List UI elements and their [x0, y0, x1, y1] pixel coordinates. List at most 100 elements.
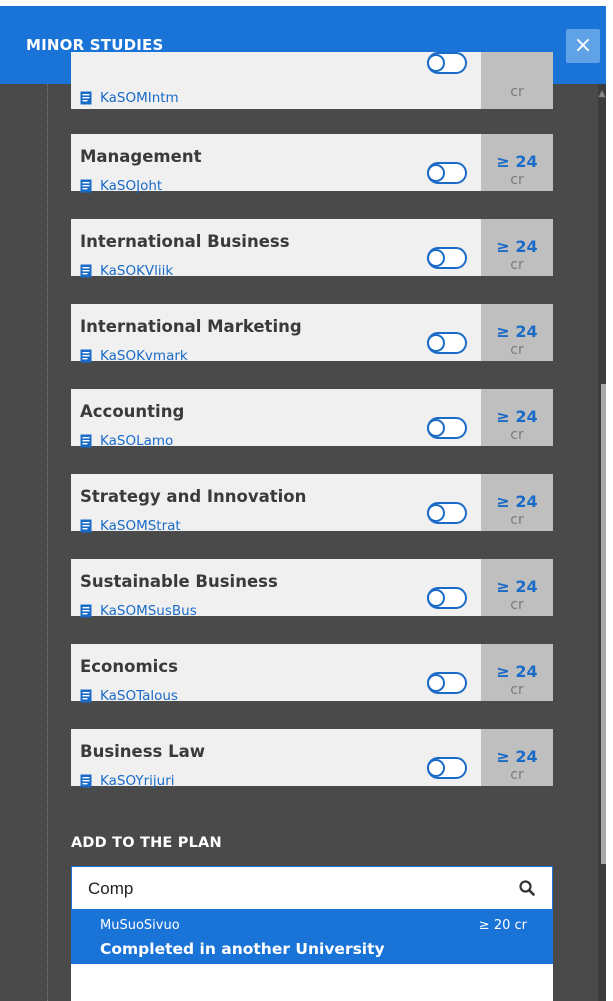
minor-name: Business Law	[80, 742, 206, 761]
minor-code[interactable]: KaSOJoht	[80, 178, 162, 194]
minor-name: Management	[80, 147, 202, 166]
search-input[interactable]	[86, 867, 490, 911]
credits-value: ≥ 24	[496, 152, 538, 171]
credits-unit: cr	[510, 257, 524, 273]
minor-code-text: KaSOKvmark	[100, 348, 188, 364]
include-toggle[interactable]	[427, 52, 467, 74]
tree-guide-line	[47, 84, 48, 1001]
minor-card[interactable]: Business Law KaSOYrijuri ≥ 24 cr	[71, 729, 553, 789]
document-icon	[80, 689, 92, 703]
minor-code[interactable]: KaSOMSusBus	[80, 603, 197, 619]
minor-code[interactable]: KaSOMIntm	[80, 90, 179, 106]
credits-unit: cr	[510, 172, 524, 188]
toggle-knob	[427, 164, 445, 182]
minor-name: Strategy and Innovation	[80, 487, 307, 506]
minor-card[interactable]: International Marketing KaSOKvmark ≥ 24 …	[71, 304, 553, 364]
minor-code[interactable]: KaSOKvmark	[80, 348, 188, 364]
minor-card[interactable]: Sustainable Business KaSOMSusBus ≥ 24 cr	[71, 559, 553, 619]
credits-value: ≥ 24	[496, 577, 538, 596]
include-toggle[interactable]	[427, 587, 467, 609]
add-to-plan-search[interactable]	[71, 866, 553, 911]
credits-unit: cr	[510, 427, 524, 443]
include-toggle[interactable]	[427, 502, 467, 524]
close-icon: ×	[573, 33, 593, 58]
minor-code[interactable]: KaSOYrijuri	[80, 773, 175, 789]
search-result-item[interactable]: MuSuoSivuo ≥ 20 cr Completed in another …	[71, 910, 553, 964]
result-credits: ≥ 20 cr	[478, 918, 527, 933]
document-icon	[80, 179, 92, 193]
minor-code-text: KaSOMSusBus	[100, 603, 197, 619]
include-toggle[interactable]	[427, 247, 467, 269]
minor-name: International Marketing	[80, 317, 302, 336]
credits-value: ≥ 24	[496, 322, 538, 341]
credits-box: ≥ 24 cr	[481, 219, 553, 276]
toggle-knob	[427, 54, 445, 72]
toggle-knob	[427, 674, 445, 692]
credits-value: ≥ 24	[496, 492, 538, 511]
minor-card[interactable]: Accounting KaSOLamo ≥ 24 cr	[71, 389, 553, 449]
minor-code-text: KaSOYrijuri	[100, 773, 175, 789]
include-toggle[interactable]	[427, 757, 467, 779]
add-to-plan-label: ADD TO THE PLAN	[71, 835, 222, 851]
credits-value: ≥ 24	[496, 407, 538, 426]
credits-unit: cr	[510, 342, 524, 358]
minor-code[interactable]: KaSOMStrat	[80, 518, 181, 534]
minor-code-text: KaSOTalous	[100, 688, 178, 704]
credits-box: cr	[481, 52, 553, 109]
credits-box: ≥ 24 cr	[481, 729, 553, 786]
result-code: MuSuoSivuo	[100, 918, 180, 933]
document-icon	[80, 774, 92, 788]
minor-name: Accounting	[80, 402, 185, 421]
close-button[interactable]: ×	[566, 29, 600, 63]
credits-value: ≥ 24	[496, 237, 538, 256]
credits-box: ≥ 24 cr	[481, 474, 553, 531]
search-icon[interactable]	[518, 879, 536, 897]
minor-code-text: KaSOLamo	[100, 433, 174, 449]
minor-code[interactable]: KaSOTalous	[80, 688, 178, 704]
credits-box: ≥ 24 cr	[481, 644, 553, 701]
scroll-up-icon[interactable]: ▲	[598, 84, 606, 104]
toggle-knob	[427, 504, 445, 522]
result-title: Completed in another University	[100, 940, 385, 958]
credits-box: ≥ 24 cr	[481, 389, 553, 446]
minor-name: Sustainable Business	[80, 572, 278, 591]
minor-code-text: KaSOMStrat	[100, 518, 181, 534]
credits-box: ≥ 24 cr	[481, 559, 553, 616]
search-result-item[interactable]	[71, 964, 553, 1001]
include-toggle[interactable]	[427, 162, 467, 184]
document-icon	[80, 604, 92, 618]
minor-card[interactable]: International Business KaSOKVliik ≥ 24 c…	[71, 219, 553, 279]
credits-unit: cr	[510, 767, 524, 783]
credits-value: ≥ 24	[496, 747, 538, 766]
minor-name: International Business	[80, 232, 290, 251]
toggle-knob	[427, 249, 445, 267]
document-icon	[80, 519, 92, 533]
document-icon	[80, 434, 92, 448]
minor-card[interactable]: KaSOMIntm cr	[71, 52, 553, 109]
include-toggle[interactable]	[427, 672, 467, 694]
toggle-knob	[427, 334, 445, 352]
toggle-knob	[427, 589, 445, 607]
minor-code-text: KaSOJoht	[100, 178, 163, 194]
minor-code[interactable]: KaSOLamo	[80, 433, 173, 449]
minor-code-text: KaSOKVliik	[100, 263, 174, 279]
credits-unit: cr	[510, 512, 524, 528]
toggle-knob	[427, 759, 445, 777]
minor-code-text: KaSOMIntm	[100, 90, 179, 106]
minor-studies-panel: MINOR STUDIES × KaSOMIntm cr Management …	[0, 6, 606, 1001]
minor-name: Economics	[80, 657, 178, 676]
credits-unit: cr	[510, 597, 524, 613]
scrollbar-thumb[interactable]	[601, 384, 606, 864]
credits-unit: cr	[510, 84, 524, 100]
document-icon	[80, 91, 92, 105]
include-toggle[interactable]	[427, 332, 467, 354]
minor-card[interactable]: Management KaSOJoht ≥ 24 cr	[71, 134, 553, 194]
document-icon	[80, 264, 92, 278]
minor-card[interactable]: Strategy and Innovation KaSOMStrat ≥ 24 …	[71, 474, 553, 534]
minor-code[interactable]: KaSOKVliik	[80, 263, 173, 279]
minor-card[interactable]: Economics KaSOTalous ≥ 24 cr	[71, 644, 553, 704]
include-toggle[interactable]	[427, 417, 467, 439]
credits-box: ≥ 24 cr	[481, 134, 553, 191]
toggle-knob	[427, 419, 445, 437]
credits-value: ≥ 24	[496, 662, 538, 681]
